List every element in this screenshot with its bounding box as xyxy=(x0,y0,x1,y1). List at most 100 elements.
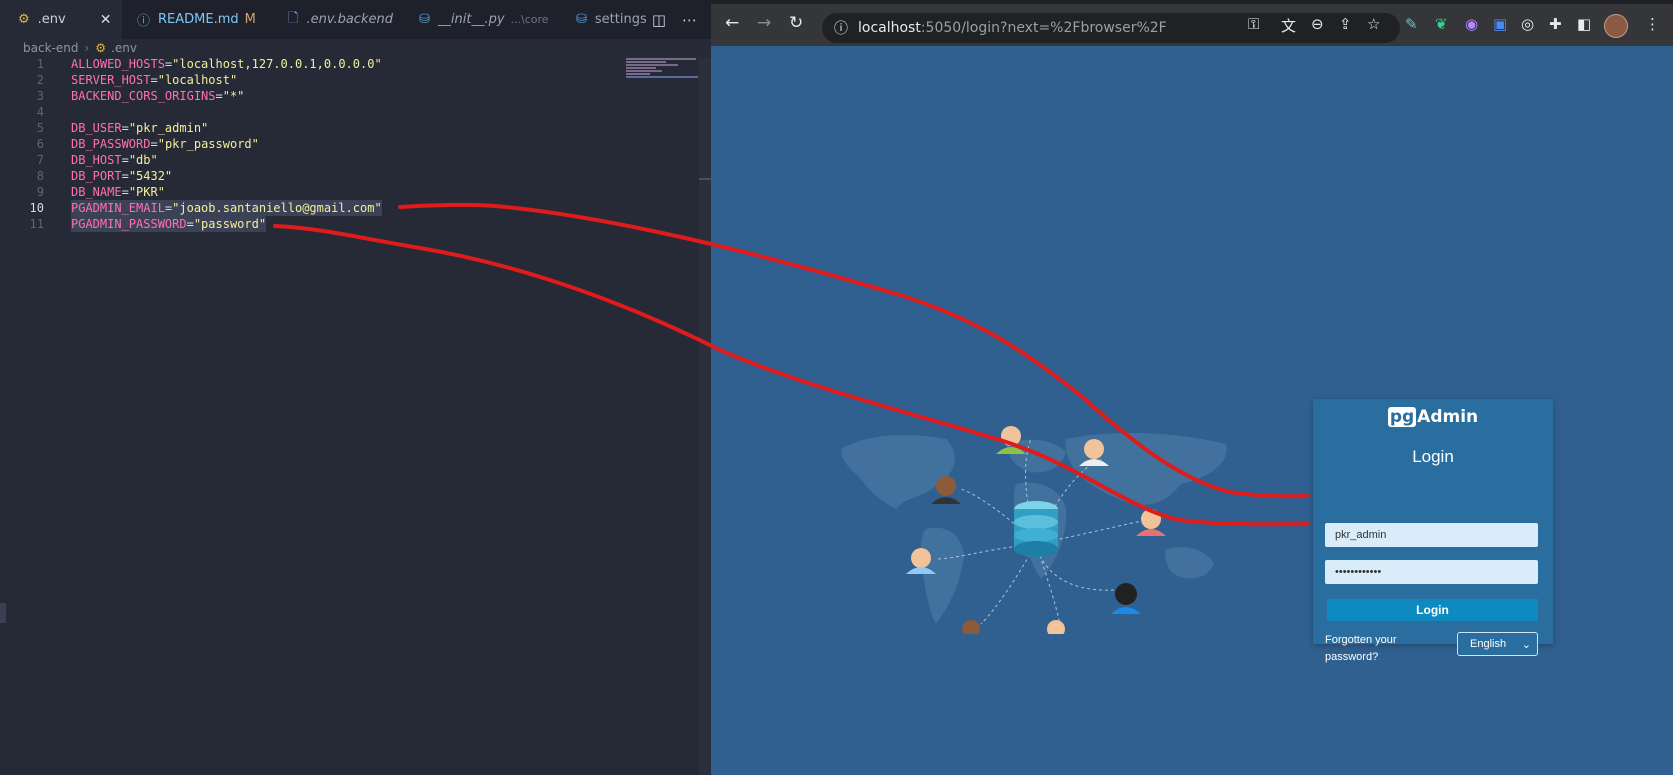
chevron-down-icon: ⌄ xyxy=(1521,638,1531,651)
extensions-puzzle-icon[interactable]: ✚ xyxy=(1549,15,1562,33)
env-key: BACKEND_CORS_ORIGINS xyxy=(71,89,216,103)
env-value: "localhost" xyxy=(157,73,238,87)
code-line[interactable]: 4 xyxy=(0,104,620,120)
line-number: 7 xyxy=(36,153,44,167)
env-key: ALLOWED_HOSTS xyxy=(71,57,165,71)
side-panel-icon[interactable]: ◧ xyxy=(1577,15,1591,33)
code-line[interactable]: 8 DB_PORT="5432" xyxy=(0,168,620,184)
code-line[interactable]: 2 SERVER_HOST="localhost" xyxy=(0,72,620,88)
tab-settings-py[interactable]: ⛁ settings.p xyxy=(576,0,646,39)
code-editor[interactable]: 1 ALLOWED_HOSTS="localhost,127.0.0.1,0.0.… xyxy=(0,56,620,232)
breadcrumb-folder[interactable]: back-end xyxy=(23,41,78,55)
browser-toolbar: ← → ↻ ⓘ localhost :5050/login?next=%2Fbr… xyxy=(711,0,1673,46)
gutter-marker xyxy=(0,603,6,623)
env-key: SERVER_HOST xyxy=(71,73,151,87)
editor-tab-bar: ⚙ .env ✕ ⓘ README.md M 🗋 .env.backend ⛁ … xyxy=(0,0,711,39)
env-value: "joaob.santaniello@gmail.com" xyxy=(172,201,382,215)
profile-avatar[interactable] xyxy=(1604,14,1628,38)
env-key: DB_USER xyxy=(71,121,122,135)
world-map-illustration xyxy=(841,426,1227,634)
site-info-icon[interactable]: ⓘ xyxy=(834,18,848,38)
env-value: "5432" xyxy=(128,169,173,183)
password-field[interactable] xyxy=(1325,560,1538,584)
login-card: pgAdmin Login Login Forgotten your passw… xyxy=(1313,399,1553,663)
pgadmin-page: pgAdmin Login Login Forgotten your passw… xyxy=(711,46,1673,775)
env-key: DB_NAME xyxy=(71,185,122,199)
breadcrumb: back-end › ⚙ .env xyxy=(23,39,137,57)
browser-window: ← → ↻ ⓘ localhost :5050/login?next=%2Fbr… xyxy=(711,0,1673,775)
key-icon[interactable]: ⚿ xyxy=(1248,15,1259,33)
vscode-window: ⚙ .env ✕ ⓘ README.md M 🗋 .env.backend ⛁ … xyxy=(0,0,711,775)
extension-leaf-icon[interactable]: ❦ xyxy=(1435,15,1448,33)
env-key: PGADMIN_EMAIL xyxy=(71,201,165,215)
line-text: ALLOWED_HOSTS="localhost,127.0.0.1,0.0.0… xyxy=(71,57,382,71)
editor-scrollbar[interactable] xyxy=(699,58,711,775)
env-key: DB_HOST xyxy=(71,153,122,167)
info-icon: ⓘ xyxy=(137,14,151,29)
code-line[interactable]: 3 BACKEND_CORS_ORIGINS="*" xyxy=(0,88,620,104)
tab-strip xyxy=(711,0,1673,4)
line-text: DB_NAME="PKR" xyxy=(71,185,165,199)
extension-target-icon[interactable]: ◎ xyxy=(1521,15,1534,33)
tab-env[interactable]: ⚙ .env ✕ xyxy=(0,0,122,39)
zoom-out-icon[interactable]: ⊖ xyxy=(1311,15,1324,33)
back-arrow-icon[interactable]: ← xyxy=(725,13,739,33)
code-line[interactable]: 1 ALLOWED_HOSTS="localhost,127.0.0.1,0.0.… xyxy=(0,56,620,72)
python-icon: ⛁ xyxy=(576,12,587,27)
code-line[interactable]: 6 DB_PASSWORD="pkr_password" xyxy=(0,136,620,152)
bookmark-star-icon[interactable]: ☆ xyxy=(1367,15,1380,33)
minimap[interactable] xyxy=(626,58,698,84)
reload-icon[interactable]: ↻ xyxy=(789,13,803,33)
env-value: "PKR" xyxy=(128,185,165,199)
file-icon: 🗋 xyxy=(288,10,299,26)
pgadmin-logo: pg Admin xyxy=(1387,407,1479,427)
line-text: PGADMIN_EMAIL="joaob.santaniello@gmail.c… xyxy=(71,200,382,216)
editor-actions: ◫ ⋯ xyxy=(652,0,697,39)
split-editor-icon[interactable]: ◫ xyxy=(652,11,666,29)
line-text: DB_PASSWORD="pkr_password" xyxy=(71,137,259,151)
login-button[interactable]: Login xyxy=(1327,599,1538,621)
line-text: DB_USER="pkr_admin" xyxy=(71,121,209,135)
line-number: 1 xyxy=(36,57,44,71)
chevron-right-icon: › xyxy=(84,41,90,55)
extension-blob-icon[interactable]: ◉ xyxy=(1465,15,1478,33)
breadcrumb-file[interactable]: .env xyxy=(111,41,137,55)
code-line[interactable]: 11 PGADMIN_PASSWORD="password" xyxy=(0,216,620,232)
line-number: 3 xyxy=(36,89,44,103)
line-number: 4 xyxy=(36,105,44,119)
forgot-password-link[interactable]: Forgotten your password? xyxy=(1325,632,1435,666)
line-number: 10 xyxy=(29,201,44,215)
google-translate-ext-icon[interactable]: ▣ xyxy=(1493,15,1507,33)
line-text: PGADMIN_PASSWORD="password" xyxy=(71,216,267,232)
login-title: Login xyxy=(1412,447,1454,466)
close-icon[interactable]: ✕ xyxy=(100,12,112,28)
code-line[interactable]: 9 DB_NAME="PKR" xyxy=(0,184,620,200)
code-line[interactable]: 10 PGADMIN_EMAIL="joaob.santaniello@gmail… xyxy=(0,200,620,216)
code-line[interactable]: 7 DB_HOST="db" xyxy=(0,152,620,168)
browser-menu-icon[interactable]: ⋮ xyxy=(1645,15,1660,33)
forward-arrow-icon[interactable]: → xyxy=(757,13,771,33)
translate-icon[interactable]: 文 xyxy=(1281,15,1296,36)
database-icon xyxy=(1014,501,1058,557)
language-select[interactable]: English ⌄ xyxy=(1457,632,1538,656)
code-line[interactable]: 5 DB_USER="pkr_admin" xyxy=(0,120,620,136)
tab-readme[interactable]: ⓘ README.md M xyxy=(137,0,256,39)
line-number: 9 xyxy=(36,185,44,199)
line-text: BACKEND_CORS_ORIGINS="*" xyxy=(71,89,245,103)
env-value: "db" xyxy=(128,153,158,167)
line-number: 11 xyxy=(29,217,44,231)
extension-pen-icon[interactable]: ✎ xyxy=(1405,15,1418,33)
scrollbar-thumb[interactable] xyxy=(699,178,711,180)
env-key: DB_PASSWORD xyxy=(71,137,151,151)
share-icon[interactable]: ⇪ xyxy=(1339,15,1352,33)
line-number: 8 xyxy=(36,169,44,183)
tab-env-backend[interactable]: 🗋 .env.backend xyxy=(288,0,393,39)
env-value: "password" xyxy=(193,217,267,231)
env-value: "pkr_password" xyxy=(157,137,259,151)
python-icon: ⛁ xyxy=(419,12,430,27)
email-field[interactable] xyxy=(1325,523,1538,547)
more-actions-icon[interactable]: ⋯ xyxy=(682,11,697,29)
line-text: DB_HOST="db" xyxy=(71,153,158,167)
tab-init-py[interactable]: ⛁ __init__.py ...\core xyxy=(419,0,549,39)
env-value: "localhost,127.0.0.1,0.0.0.0" xyxy=(172,57,382,71)
